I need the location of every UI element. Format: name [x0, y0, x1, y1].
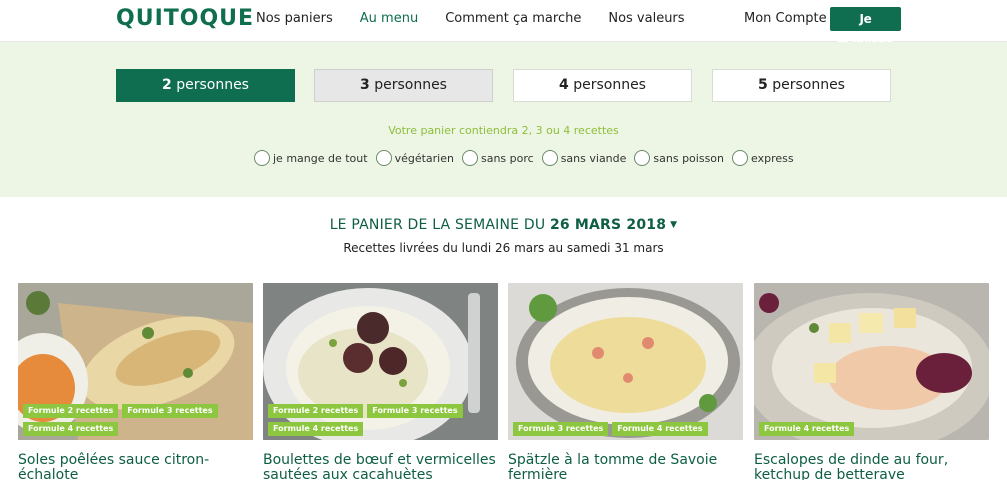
- recipe-card[interactable]: Formule 2 recettes Formule 3 recettes Fo…: [18, 283, 253, 480]
- radio-button[interactable]: [461, 150, 478, 166]
- radio-button[interactable]: [375, 150, 392, 166]
- radio-button[interactable]: [634, 150, 651, 166]
- recipe-title[interactable]: Escalopes de dinde au four, ketchup de b…: [754, 453, 994, 480]
- recipe-card[interactable]: Formule 4 recettes Escalopes de dinde au…: [754, 283, 989, 480]
- diet-label: je mange de tout: [273, 151, 368, 165]
- site-header: QUITOQUE Nos paniers Au menu Comment ça …: [0, 0, 1007, 50]
- recipe-title[interactable]: Boulettes de bœuf et vermicelles sautées…: [263, 453, 503, 480]
- week-date: 26 MARS 2018: [549, 217, 667, 233]
- signup-button[interactable]: Je m'inscris: [830, 7, 901, 50]
- chevron-down-icon: ▼: [670, 220, 678, 230]
- persons-label: personnes: [573, 77, 646, 93]
- formula-badge: Formule 3 recettes: [367, 404, 463, 418]
- recipe-card[interactable]: Formule 2 recettes Formule 3 recettes Fo…: [263, 283, 498, 480]
- logo[interactable]: QUITOQUE: [116, 6, 254, 31]
- diet-option-tout[interactable]: je mange de tout: [254, 150, 368, 166]
- persons-count: 5: [758, 77, 768, 93]
- formula-badge: Formule 4 recettes: [23, 422, 119, 436]
- week-prefix: LE PANIER DE LA SEMAINE DU: [329, 217, 546, 233]
- diet-option-express[interactable]: express: [732, 150, 794, 166]
- persons-label: personnes: [772, 77, 845, 93]
- nav-nos-valeurs[interactable]: Nos valeurs: [608, 11, 684, 26]
- formula-tags: Formule 2 recettes Formule 3 recettes Fo…: [268, 404, 493, 436]
- persons-count: 4: [559, 77, 569, 93]
- radio-button[interactable]: [254, 150, 270, 166]
- diet-option-sans-viande[interactable]: sans viande: [541, 150, 627, 166]
- diet-filters: je mange de tout végétarien sans porc sa…: [254, 150, 794, 166]
- nav-nos-paniers[interactable]: Nos paniers: [256, 11, 333, 26]
- recipe-photo[interactable]: Formule 2 recettes Formule 3 recettes Fo…: [18, 283, 253, 440]
- diet-label: sans porc: [480, 151, 534, 165]
- nav-au-menu[interactable]: Au menu: [360, 11, 418, 26]
- recipe-card[interactable]: Formule 3 recettes Formule 4 recettes Sp…: [508, 283, 743, 480]
- formula-tags: Formule 3 recettes Formule 4 recettes: [513, 422, 738, 436]
- persons-tab-4[interactable]: 4 personnes: [513, 69, 692, 102]
- persons-count: 2: [162, 77, 172, 93]
- week-subtitle: Recettes livrées du lundi 26 mars au sam…: [343, 241, 664, 255]
- nav-comment-ca-marche[interactable]: Comment ça marche: [445, 11, 581, 26]
- persons-count: 3: [360, 77, 370, 93]
- recipe-title[interactable]: Soles poêlées sauce citron-échalote: [18, 453, 258, 480]
- account-link[interactable]: Mon Compte: [744, 11, 827, 26]
- formula-badge: Formule 3 recettes: [513, 422, 609, 436]
- formula-tags: Formule 4 recettes: [759, 422, 984, 436]
- diet-label: sans poisson: [653, 151, 725, 165]
- week-selector[interactable]: LE PANIER DE LA SEMAINE DU 26 MARS 2018 ▼: [0, 217, 1007, 233]
- radio-button[interactable]: [541, 150, 558, 166]
- basket-info: Votre panier contiendra 2, 3 ou 4 recett…: [388, 124, 619, 137]
- diet-label: végétarien: [394, 151, 454, 165]
- diet-option-vegetarien[interactable]: végétarien: [375, 150, 454, 166]
- recipe-photo[interactable]: Formule 2 recettes Formule 3 recettes Fo…: [263, 283, 498, 440]
- radio-button[interactable]: [732, 150, 749, 166]
- persons-tab-2[interactable]: 2 personnes: [116, 69, 295, 102]
- recipe-photo[interactable]: Formule 3 recettes Formule 4 recettes: [508, 283, 743, 440]
- diet-label: express: [751, 151, 794, 165]
- formula-badge: Formule 4 recettes: [759, 422, 855, 436]
- formula-badge: Formule 4 recettes: [268, 422, 364, 436]
- formula-tags: Formule 2 recettes Formule 3 recettes Fo…: [23, 404, 248, 436]
- formula-badge: Formule 3 recettes: [122, 404, 218, 418]
- diet-label: sans viande: [560, 151, 627, 165]
- diet-option-sans-porc[interactable]: sans porc: [461, 150, 534, 166]
- diet-option-sans-poisson[interactable]: sans poisson: [634, 150, 724, 166]
- persons-label: personnes: [176, 77, 249, 93]
- recipe-title[interactable]: Spätzle à la tomme de Savoie fermière: [508, 453, 748, 480]
- filter-band: 2 personnes 3 personnes 4 personnes 5 pe…: [0, 42, 1007, 197]
- persons-tab-3[interactable]: 3 personnes: [314, 69, 493, 102]
- main-nav: Nos paniers Au menu Comment ça marche No…: [256, 11, 685, 26]
- formula-badge: Formule 4 recettes: [612, 422, 708, 436]
- formula-badge: Formule 2 recettes: [268, 404, 364, 418]
- persons-label: personnes: [374, 77, 447, 93]
- recipe-photo[interactable]: Formule 4 recettes: [754, 283, 989, 440]
- persons-tab-5[interactable]: 5 personnes: [712, 69, 891, 102]
- formula-badge: Formule 2 recettes: [23, 404, 119, 418]
